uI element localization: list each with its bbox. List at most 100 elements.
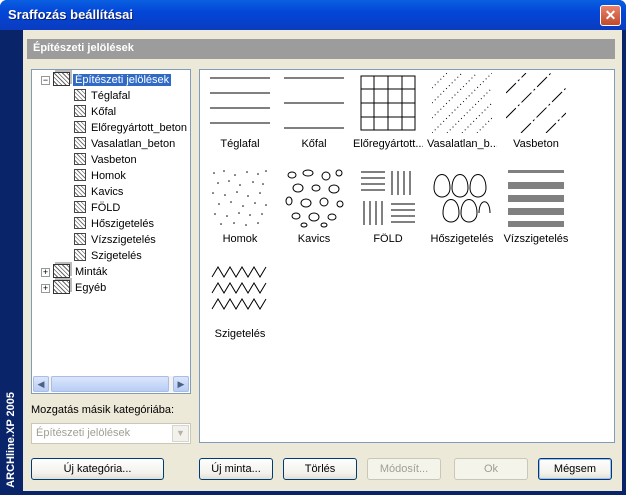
tree-item[interactable]: FÖLD: [74, 200, 122, 216]
hatch-icon: [74, 233, 86, 245]
loops-icon: [433, 174, 491, 223]
tree-item[interactable]: Vasbeton: [74, 152, 139, 168]
grid-icon: [360, 75, 416, 131]
tree-item-root[interactable]: Építészeti jelölések: [53, 72, 172, 88]
tree-item-group[interactable]: Egyéb: [53, 280, 108, 296]
horizontal-scrollbar[interactable]: ◀ ▶: [33, 376, 189, 392]
tree-item[interactable]: Kőfal: [74, 104, 118, 120]
pattern-item[interactable]: Előregyártott...: [353, 73, 423, 150]
new-pattern-button[interactable]: Új minta...: [199, 458, 273, 480]
scroll-left-button[interactable]: ◀: [33, 376, 49, 392]
hatch-icon: [74, 201, 86, 213]
pattern-item[interactable]: Kavics: [279, 168, 349, 245]
spaced-lines-icon: [284, 77, 344, 129]
tree-item-label: Vasbeton: [91, 154, 137, 166]
close-button[interactable]: ✕: [600, 5, 621, 26]
tree-item-label: Előregyártott_beton: [91, 122, 188, 134]
tree-item[interactable]: Homok: [74, 168, 128, 184]
tree-item-label: Egyéb: [75, 282, 107, 294]
hatch-icon: [74, 169, 86, 181]
tree-item-label: Kavics: [91, 186, 124, 198]
hatch-icon: [74, 121, 86, 133]
move-category-select[interactable]: Építészeti jelölések ▼: [31, 423, 191, 444]
pattern-label: Vasalatlan_b...: [427, 138, 497, 150]
pattern-label: Szigetelés: [214, 328, 266, 340]
tree-item[interactable]: Téglafal: [74, 88, 132, 104]
category-tree[interactable]: − Építészeti jelölések Téglafal Kőfal El…: [31, 69, 191, 394]
tree-item[interactable]: Vízszigetelés: [74, 232, 158, 248]
pattern-item[interactable]: FÖLD: [353, 168, 423, 245]
hatch-icon: [74, 105, 86, 117]
tree-item[interactable]: Hőszigetelés: [74, 216, 156, 232]
thick-bars-icon: [508, 170, 564, 227]
cancel-button[interactable]: Mégsem: [538, 458, 612, 480]
hatch-icon: [74, 89, 86, 101]
category-icon: [53, 72, 70, 86]
hatch-icon: [74, 185, 86, 197]
tree-item[interactable]: Szigetelés: [74, 248, 144, 264]
category-icon: [53, 280, 70, 294]
button-label: Új kategória...: [63, 463, 132, 475]
pattern-item[interactable]: Téglafal: [205, 73, 275, 150]
scroll-right-button[interactable]: ▶: [173, 376, 189, 392]
tree-item-label: FÖLD: [91, 202, 121, 214]
title-bar[interactable]: Sraffozás beállításai ✕: [0, 0, 626, 30]
pattern-item[interactable]: Vasbeton: [501, 73, 571, 150]
dashed-diagonal-icon: [506, 73, 566, 133]
pattern-label: Kavics: [297, 233, 331, 245]
pattern-label: Vízszigetelés: [503, 233, 569, 245]
collapse-expander[interactable]: −: [41, 76, 50, 85]
pattern-label: Kőfal: [301, 138, 327, 150]
hatch-icon: [74, 249, 86, 261]
button-label: Törlés: [304, 463, 336, 475]
ok-button[interactable]: Ok: [454, 458, 528, 480]
modify-button[interactable]: Módosít...: [367, 458, 441, 480]
pattern-label: Előregyártott...: [353, 138, 423, 150]
sand-dots-icon: [212, 170, 267, 226]
tree-item-label: Vízszigetelés: [91, 234, 156, 246]
tree-item[interactable]: Vasalatlan_beton: [74, 136, 177, 152]
pattern-item[interactable]: Homok: [205, 168, 275, 245]
category-icon: [53, 264, 70, 278]
close-icon: ✕: [604, 7, 617, 23]
button-label: Mégsem: [553, 463, 597, 475]
pattern-label: Téglafal: [220, 138, 260, 150]
new-category-button[interactable]: Új kategória...: [31, 458, 164, 480]
basket-weave-icon: [361, 171, 415, 225]
pattern-item[interactable]: Vízszigetelés: [501, 168, 571, 245]
move-category-value: Építészeti jelölések: [36, 427, 131, 439]
button-label: Módosít...: [379, 463, 429, 475]
expand-expander[interactable]: +: [41, 284, 50, 293]
pattern-gallery[interactable]: Téglafal Kőfal Előregyártott... Vasalatl…: [199, 69, 615, 443]
dialog-window: Sraffozás beállításai ✕ ARCHline.XP 2005…: [0, 0, 626, 495]
tree-item-label: Szigetelés: [91, 250, 142, 262]
pattern-item[interactable]: Szigetelés: [205, 263, 275, 340]
tree-item[interactable]: Előregyártott_beton: [74, 120, 189, 136]
hatch-icon: [74, 137, 86, 149]
tree-item-label: Minták: [75, 266, 108, 278]
dialog-client: ARCHline.XP 2005 Építészeti jelölések − …: [4, 30, 622, 491]
chevron-down-icon[interactable]: ▼: [172, 425, 189, 442]
hatch-icon: [74, 217, 86, 229]
tree-item[interactable]: Kavics: [74, 184, 125, 200]
pattern-label: Homok: [222, 233, 258, 245]
tree-item-label: Kőfal: [91, 106, 117, 118]
window-title: Sraffozás beállításai: [8, 7, 133, 22]
expand-expander[interactable]: +: [41, 268, 50, 277]
tree-item-label: Hőszigetelés: [91, 218, 154, 230]
button-label: Új minta...: [211, 463, 261, 475]
dotted-diagonal-icon: [432, 73, 492, 133]
pattern-label: Vasbeton: [513, 138, 559, 150]
pattern-label: FÖLD: [373, 233, 403, 245]
pattern-item[interactable]: Kőfal: [279, 73, 349, 150]
delete-button[interactable]: Törlés: [283, 458, 357, 480]
tree-item-label: Homok: [91, 170, 126, 182]
pattern-item[interactable]: Hőszigetelés: [427, 168, 497, 245]
scroll-thumb[interactable]: [51, 376, 169, 392]
horizontal-lines-icon: [210, 77, 270, 124]
pattern-item[interactable]: Vasalatlan_b...: [427, 73, 497, 150]
move-category-label: Mozgatás másik kategóriába:: [31, 404, 175, 416]
hatch-icon: [74, 153, 86, 165]
gravel-circles-icon: [285, 169, 344, 228]
tree-item-group[interactable]: Minták: [53, 264, 109, 280]
